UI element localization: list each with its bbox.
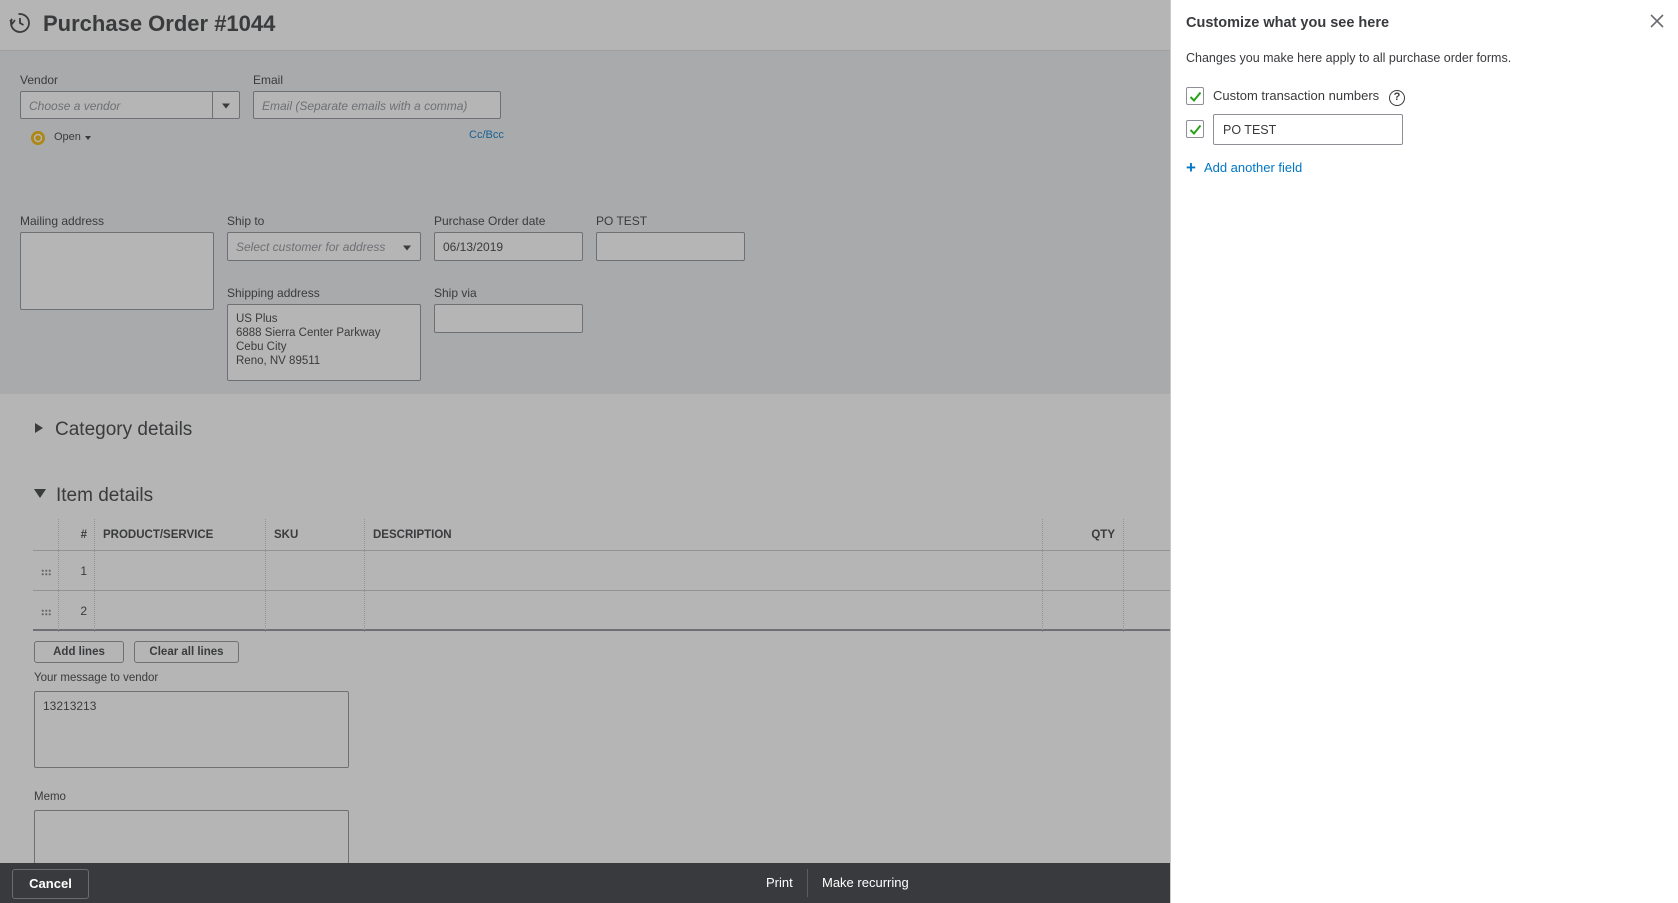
shipping-address-textarea[interactable]: US Plus 6888 Sierra Center Parkway Cebu … — [227, 304, 421, 381]
column-divider — [1123, 519, 1124, 632]
email-label: Email — [253, 73, 284, 87]
row-number: 2 — [80, 604, 87, 618]
checkmark-icon — [1189, 91, 1202, 102]
table-row[interactable]: 2 — [33, 591, 1170, 631]
collapse-down-icon — [34, 489, 46, 499]
print-button[interactable]: Print — [766, 875, 793, 890]
form-footer: Cancel Print Make recurring — [0, 863, 1170, 903]
add-lines-button[interactable]: Add lines — [34, 641, 124, 663]
vendor-dropdown[interactable]: Choose a vendor — [20, 91, 240, 119]
add-another-field-link[interactable]: + Add another field — [1186, 157, 1302, 177]
custom-transaction-numbers-checkbox[interactable] — [1186, 87, 1204, 105]
message-label: Your message to vendor — [34, 672, 159, 684]
po-test-label: PO TEST — [596, 214, 648, 228]
make-recurring-button[interactable]: Make recurring — [822, 875, 909, 890]
shipping-address-label: Shipping address — [227, 286, 320, 300]
shipping-address-line: US Plus — [236, 313, 278, 325]
footer-divider — [807, 869, 808, 897]
purchase-order-form: Purchase Order #1044 Vendor Choose a ven… — [0, 0, 1170, 903]
chevron-down-icon — [222, 103, 230, 109]
memo-label: Memo — [34, 791, 66, 803]
chevron-down-icon — [85, 136, 91, 140]
shipping-address-text: US Plus 6888 Sierra Center Parkway Cebu … — [236, 312, 380, 368]
vendor-dropdown-button[interactable] — [212, 92, 239, 118]
po-date-value: 06/13/2019 — [443, 240, 504, 254]
item-details-heading: Item details — [56, 485, 154, 506]
category-details-toggle[interactable]: Category details — [35, 419, 192, 441]
drag-handle-icon[interactable] — [41, 569, 51, 576]
custom-field-checkbox[interactable] — [1186, 120, 1204, 138]
email-input[interactable]: Email (Separate emails with a comma) — [253, 91, 501, 119]
ship-to-placeholder: Select customer for address — [236, 240, 386, 254]
shipping-address-line: Cebu City — [236, 341, 287, 353]
shipping-address-line: 6888 Sierra Center Parkway — [236, 327, 381, 339]
po-test-input[interactable] — [596, 232, 745, 261]
close-icon[interactable] — [1650, 14, 1664, 28]
col-header-sku: SKU — [274, 529, 299, 541]
history-clock-icon[interactable] — [8, 11, 32, 35]
custom-field-name-input[interactable]: PO TEST — [1213, 114, 1403, 145]
vendor-placeholder: Choose a vendor — [29, 99, 121, 113]
col-header-product: PRODUCT/SERVICE — [103, 529, 214, 541]
chevron-down-icon — [402, 245, 411, 250]
email-placeholder: Email (Separate emails with a comma) — [262, 99, 468, 113]
col-header-qty: QTY — [1091, 529, 1115, 541]
table-row[interactable]: 1 — [33, 551, 1170, 591]
add-another-field-label: Add another field — [1203, 160, 1303, 175]
vendor-label: Vendor — [20, 73, 59, 87]
column-divider — [58, 519, 59, 632]
panel-title: Customize what you see here — [1186, 15, 1390, 31]
message-value: 13213213 — [43, 699, 97, 713]
item-details-toggle[interactable]: Item details — [34, 485, 153, 507]
shipping-address-line: Reno, NV 89511 — [236, 355, 321, 367]
ship-to-dropdown[interactable]: Select customer for address — [227, 232, 421, 261]
help-icon[interactable]: ? — [1389, 90, 1405, 106]
column-divider — [364, 519, 365, 632]
cancel-button[interactable]: Cancel — [12, 869, 89, 899]
checkmark-icon — [1189, 124, 1202, 135]
panel-description: Changes you make here apply to all purch… — [1186, 51, 1512, 65]
column-divider — [94, 519, 95, 632]
mailing-address-textarea[interactable] — [20, 232, 214, 310]
clear-all-lines-button[interactable]: Clear all lines — [134, 641, 239, 663]
ship-to-dropdown-button[interactable] — [393, 233, 420, 260]
ship-via-label: Ship via — [434, 286, 477, 300]
po-date-input[interactable]: 06/13/2019 — [434, 232, 583, 261]
expand-right-icon — [35, 422, 43, 433]
status-open-icon — [31, 131, 45, 145]
ship-via-input[interactable] — [434, 304, 583, 333]
message-textarea[interactable]: 13213213 — [34, 691, 349, 768]
po-date-label: Purchase Order date — [434, 214, 546, 228]
column-divider — [265, 519, 266, 632]
column-divider — [1042, 519, 1043, 632]
row-number: 1 — [80, 564, 87, 578]
col-header-description: DESCRIPTION — [373, 529, 452, 541]
drag-handle-icon[interactable] — [41, 609, 51, 616]
custom-transaction-numbers-label: Custom transaction numbers — [1213, 88, 1380, 103]
category-details-heading: Category details — [55, 419, 193, 440]
form-header: Purchase Order #1044 — [0, 0, 1170, 51]
item-details-table: # PRODUCT/SERVICE SKU DESCRIPTION QTY 1 … — [33, 519, 1170, 632]
customize-panel: Customize what you see here Changes you … — [1170, 0, 1678, 903]
ship-to-label: Ship to — [227, 214, 265, 228]
cc-bcc-link[interactable]: Cc/Bcc — [469, 129, 504, 141]
custom-field-name-value: PO TEST — [1223, 123, 1277, 137]
status-label: Open — [54, 131, 81, 143]
plus-icon: + — [1186, 158, 1196, 177]
mailing-address-label: Mailing address — [20, 214, 105, 228]
col-header-number: # — [80, 529, 87, 541]
page-title: Purchase Order #1044 — [43, 11, 276, 36]
